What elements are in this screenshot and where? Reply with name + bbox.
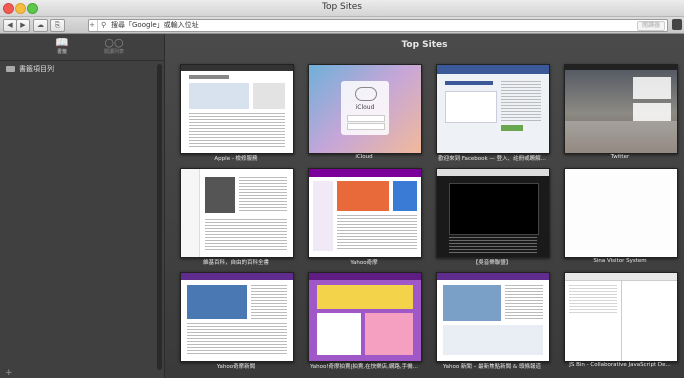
tile-caption: Sina Visitor System — [593, 258, 647, 264]
top-site-tile-jsbin[interactable] — [564, 272, 678, 362]
icloud-thumb-text: iCloud — [355, 104, 375, 111]
share-icon: ⎘ — [54, 21, 61, 29]
top-site-tile-apple[interactable] — [180, 64, 294, 154]
share-button[interactable]: ⎘ — [50, 19, 65, 32]
tile-caption: iCloud — [355, 154, 373, 160]
glasses-icon: ○○ — [104, 36, 124, 49]
top-site-tile-sina[interactable] — [564, 168, 678, 258]
cloud-tabs-button[interactable]: ☁ — [33, 19, 48, 32]
top-site-tile-wikipedia[interactable] — [180, 168, 294, 258]
tile-caption: Yahoo奇摩 — [350, 260, 378, 266]
book-icon: 📖 — [55, 36, 69, 49]
tab-bookmarks[interactable]: 📖 書籤 — [42, 37, 82, 56]
cloud-icon: ☁ — [37, 21, 44, 29]
sidebar-item-favorites-bar[interactable]: 書籤項目列 — [6, 64, 54, 74]
address-placeholder: 搜尋「Google」或輸入位址 — [111, 21, 199, 29]
title-bar: Top Sites — [0, 0, 684, 17]
top-site-tile-yahoo-auction[interactable] — [308, 272, 422, 362]
downloads-button[interactable] — [672, 19, 682, 30]
sidebar-item-label: 書籤項目列 — [19, 65, 54, 73]
tile-caption: Yahoo 新聞 – 最新焦點新聞 & 頭條報道 — [443, 364, 541, 370]
top-site-tile-yahoo-news[interactable] — [180, 272, 294, 362]
safari-window: Top Sites ◀ ▶ ☁ ⎘ + ⚲ 搜尋「Google」或輸入位址 閱讀… — [0, 0, 684, 378]
tile-caption: JS Bin - Collaborative JavaScript De... — [569, 362, 671, 368]
tab-label: 書籤 — [56, 49, 67, 55]
tile-caption: Yahoo!奇摩拍賣|拍賣,在快樂店,網路,手機... — [310, 364, 418, 370]
tile-caption: Twitter — [610, 154, 630, 160]
tile-caption: Yahoo奇摩新聞 — [216, 364, 256, 370]
folder-icon — [6, 66, 15, 72]
tile-caption: Apple - 檢修服務 — [214, 156, 258, 162]
reader-button[interactable]: 閱讀器 — [636, 21, 665, 31]
tab-label: 閱讀列表 — [103, 49, 124, 55]
tile-caption: 【吳音樂聯盟】 — [472, 260, 512, 266]
window-title: Top Sites — [321, 2, 363, 12]
top-site-tile-music[interactable] — [436, 168, 550, 258]
top-site-tile-twitter[interactable] — [564, 64, 678, 154]
back-arrow-icon: ◀ — [7, 21, 13, 29]
page-title: Top Sites — [401, 40, 448, 50]
back-button[interactable]: ◀ — [3, 19, 17, 32]
top-sites-view: Top Sites Apple - 檢修服務 iCloud iCloud 歡迎來… — [165, 34, 684, 378]
forward-button[interactable]: ▶ — [16, 19, 30, 32]
top-site-tile-icloud[interactable]: iCloud — [308, 64, 422, 154]
top-site-tile-yahoo[interactable] — [308, 168, 422, 258]
top-site-tile-yahoo-news-hk[interactable] — [436, 272, 550, 362]
forward-arrow-icon: ▶ — [20, 21, 26, 29]
toolbar: ◀ ▶ ☁ ⎘ + ⚲ 搜尋「Google」或輸入位址 閱讀器 — [0, 17, 684, 34]
address-bar[interactable]: + ⚲ 搜尋「Google」或輸入位址 閱讀器 — [88, 19, 668, 32]
sidebar: 📖 書籤 ○○ 閱讀列表 書籤項目列 + — [0, 34, 165, 378]
add-bookmark-icon[interactable]: + — [87, 20, 98, 31]
tile-caption: 維基百科，自由的百科全書 — [202, 260, 269, 266]
sidebar-tabs: 📖 書籤 ○○ 閱讀列表 — [0, 34, 164, 61]
tab-reading-list[interactable]: ○○ 閱讀列表 — [94, 37, 134, 56]
add-bookmark-folder-button[interactable]: + — [5, 368, 13, 378]
tile-caption: 歡迎來到 Facebook — 登入、註冊或瞭解... — [438, 156, 546, 162]
sidebar-scrollbar[interactable] — [157, 64, 162, 370]
search-icon: ⚲ — [101, 21, 107, 29]
top-site-tile-facebook[interactable] — [436, 64, 550, 154]
